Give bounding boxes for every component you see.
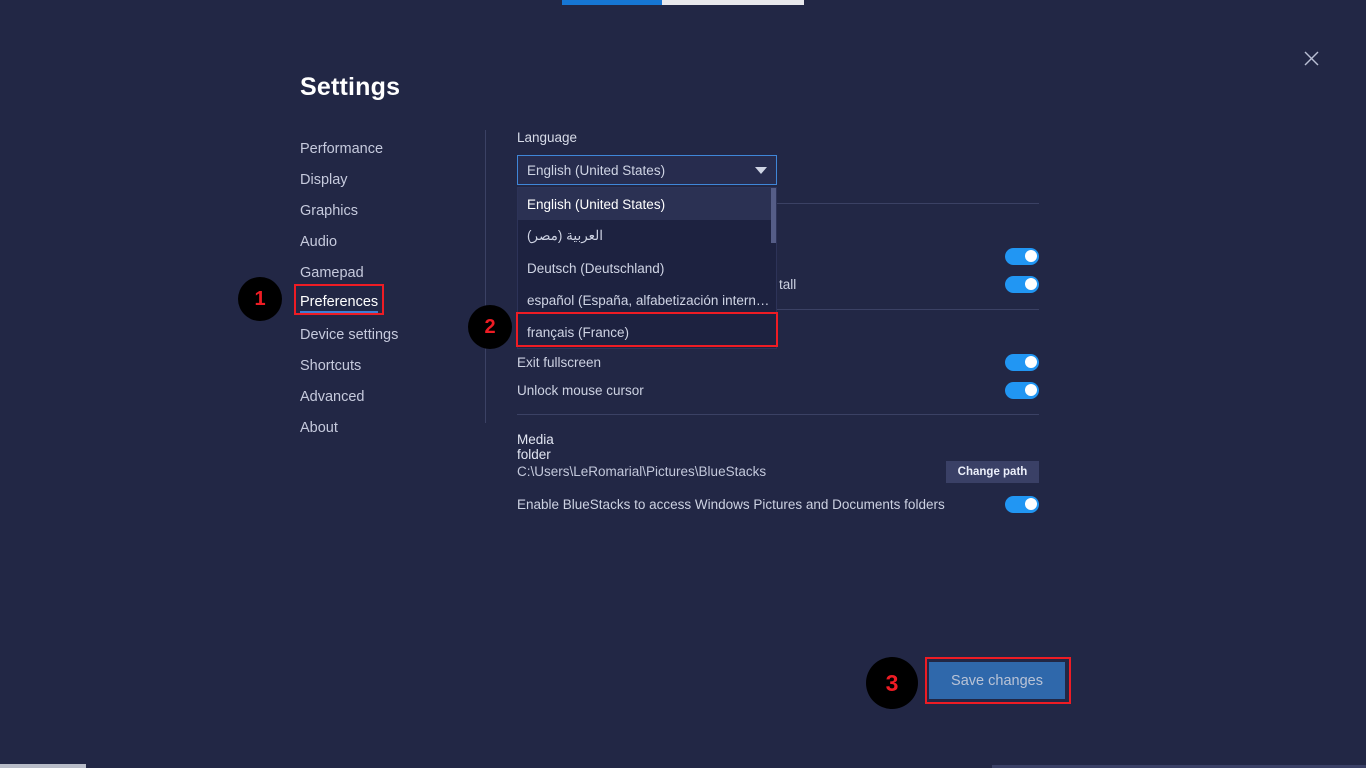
sidebar-item-device-settings[interactable]: Device settings bbox=[300, 319, 470, 350]
toggle-row-enable-access: Enable BlueStacks to access Windows Pict… bbox=[517, 493, 1039, 515]
language-label: Language bbox=[517, 130, 578, 145]
toggle-row-label: Exit fullscreen bbox=[517, 354, 602, 370]
toggle-row-unlock-mouse-cursor: Unlock mouse cursor bbox=[517, 379, 1039, 401]
toggle-switch[interactable] bbox=[1005, 495, 1039, 513]
change-path-button[interactable]: Change path bbox=[946, 461, 1039, 483]
sidebar-item-gamepad[interactable]: Gamepad bbox=[300, 257, 470, 288]
annotation-marker-1: 1 bbox=[238, 277, 282, 321]
settings-window: Settings Performance Display Graphics Au… bbox=[0, 0, 1366, 768]
page-title: Settings bbox=[300, 73, 401, 101]
toggle-row-exit-fullscreen: Exit fullscreen bbox=[517, 351, 1039, 373]
toggle-switch[interactable] bbox=[1005, 247, 1039, 265]
sidebar-item-label: About bbox=[300, 419, 338, 436]
toggle-switch[interactable] bbox=[1005, 381, 1039, 399]
dropdown-option-english[interactable]: English (United States) bbox=[518, 188, 776, 220]
dropdown-option-arabic[interactable]: العربية (مصر) bbox=[518, 220, 776, 252]
sidebar-item-label: Gamepad bbox=[300, 264, 364, 281]
toggle-switch[interactable] bbox=[1005, 275, 1039, 293]
sidebar-item-label: Shortcuts bbox=[300, 357, 362, 374]
close-icon[interactable] bbox=[1298, 45, 1324, 71]
sidebar-item-about[interactable]: About bbox=[300, 412, 470, 443]
sidebar-item-display[interactable]: Display bbox=[300, 164, 470, 195]
dropdown-scrollbar[interactable] bbox=[771, 188, 776, 348]
sidebar-item-graphics[interactable]: Graphics bbox=[300, 195, 470, 226]
annotation-marker-3: 3 bbox=[866, 657, 918, 709]
language-select-value: English (United States) bbox=[527, 162, 666, 178]
sidebar-item-label: Display bbox=[300, 171, 348, 188]
annotation-marker-2: 2 bbox=[468, 305, 512, 349]
sidebar-item-label: Preferences bbox=[300, 294, 379, 313]
dropdown-option-german[interactable]: Deutsch (Deutschland) bbox=[518, 252, 776, 284]
toggle-row-label: Unlock mouse cursor bbox=[517, 382, 644, 398]
dropdown-scrollbar-thumb[interactable] bbox=[771, 188, 776, 243]
toggle-row-label: Enable BlueStacks to access Windows Pict… bbox=[517, 496, 945, 512]
dropdown-option-spanish[interactable]: español (España, alfabetización intern… bbox=[518, 284, 776, 316]
settings-sidebar: Performance Display Graphics Audio Gamep… bbox=[300, 133, 470, 443]
sidebar-item-label: Performance bbox=[300, 140, 384, 157]
language-select[interactable]: English (United States) bbox=[517, 155, 777, 185]
language-dropdown-list[interactable]: English (United States) العربية (مصر) De… bbox=[517, 187, 777, 349]
chevron-down-icon bbox=[755, 166, 767, 174]
sidebar-item-label: Advanced bbox=[300, 388, 365, 405]
section-divider bbox=[517, 414, 1039, 415]
sidebar-item-label: Graphics bbox=[300, 202, 359, 219]
sidebar-content-divider bbox=[485, 130, 486, 423]
media-folder-title: Media folder bbox=[517, 432, 554, 462]
toggle-switch[interactable] bbox=[1005, 353, 1039, 371]
sidebar-item-performance[interactable]: Performance bbox=[300, 133, 470, 164]
sidebar-item-label: Audio bbox=[300, 233, 338, 250]
bottom-bar-left bbox=[0, 764, 86, 768]
browser-tabstrip bbox=[562, 0, 804, 5]
sidebar-item-label: Device settings bbox=[300, 326, 399, 343]
sidebar-item-audio[interactable]: Audio bbox=[300, 226, 470, 257]
tabstrip-active-indicator bbox=[562, 0, 662, 5]
media-folder-path: C:\Users\LeRomarial\Pictures\BlueStacks bbox=[517, 464, 767, 479]
sidebar-item-shortcuts[interactable]: Shortcuts bbox=[300, 350, 470, 381]
dropdown-option-french[interactable]: français (France) bbox=[518, 316, 776, 348]
sidebar-item-preferences[interactable]: Preferences bbox=[300, 288, 470, 319]
toggle-row-label: tall bbox=[779, 276, 797, 292]
save-changes-button[interactable]: Save changes bbox=[929, 662, 1065, 699]
sidebar-item-advanced[interactable]: Advanced bbox=[300, 381, 470, 412]
